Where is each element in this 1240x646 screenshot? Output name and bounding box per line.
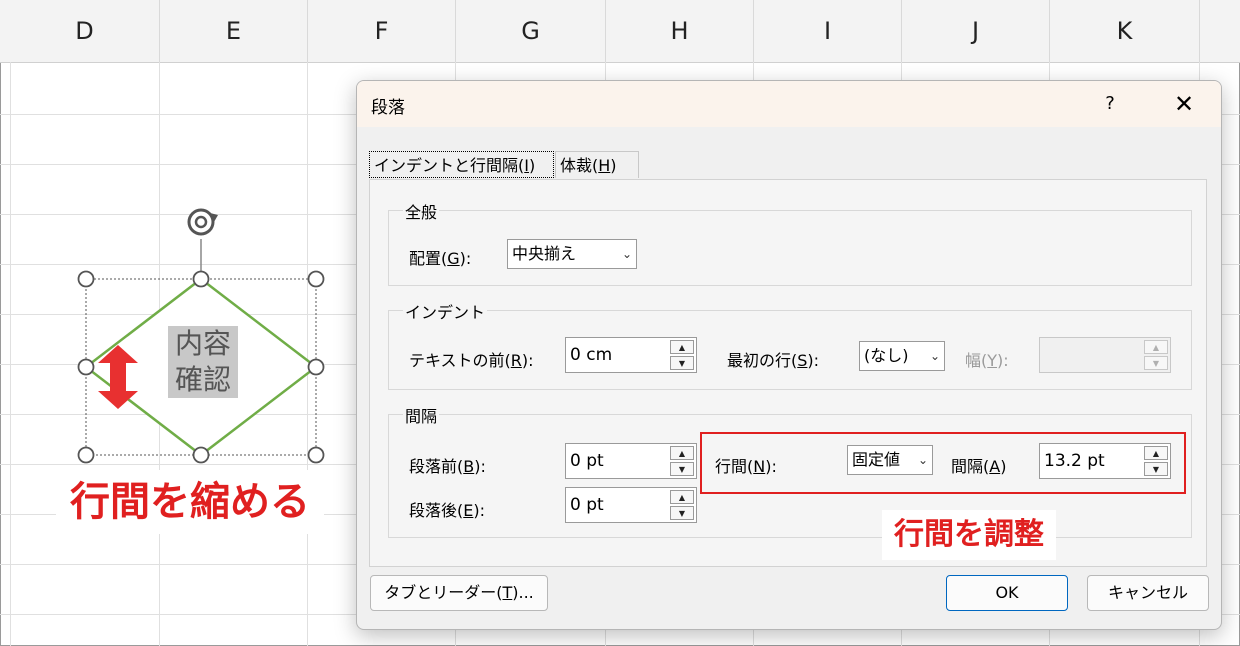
- spacing-before-label: 段落前(B):: [409, 457, 486, 476]
- spin-down-icon[interactable]: ▼: [670, 506, 694, 520]
- spacing-after-value: 0 pt: [570, 495, 604, 515]
- first-line-select[interactable]: (なし) ⌄: [859, 341, 945, 371]
- column-header-row: D E F G H I J K: [0, 0, 1240, 63]
- group-general-title: 全般: [403, 199, 440, 223]
- before-text-label: テキストの前(R):: [409, 351, 534, 370]
- column-header-j[interactable]: J: [902, 0, 1050, 62]
- alignment-select[interactable]: 中央揃え ⌄: [507, 239, 637, 269]
- group-indent-title: インデント: [403, 299, 488, 323]
- annotation-left-label: 行間を縮める: [56, 470, 324, 534]
- spacing-before-value: 0 pt: [570, 451, 604, 471]
- shape-text-line1: 内容: [174, 327, 231, 360]
- dialog-title: 段落: [371, 98, 405, 118]
- column-header-e[interactable]: E: [160, 0, 308, 62]
- spin-up-icon[interactable]: ▲: [670, 446, 694, 460]
- paragraph-dialog: 段落 ? ✕ インデントと行間隔(I) 体裁(H) 全般 配置(G): 中央揃え…: [356, 80, 1222, 630]
- width-label: 幅(Y):: [965, 351, 1009, 370]
- spin-down-icon[interactable]: ▼: [670, 462, 694, 476]
- rotate-icon[interactable]: [187, 208, 218, 236]
- shape-text-line2: 確認: [174, 363, 231, 396]
- tabs-leaders-button[interactable]: タブとリーダー(T)...: [370, 575, 548, 611]
- spin-up-icon: ▲: [1144, 340, 1168, 354]
- tab-label-suffix: ): [610, 156, 617, 175]
- column-header-d[interactable]: D: [10, 0, 160, 62]
- spin-up-icon[interactable]: ▲: [670, 340, 694, 354]
- tab-label-suffix: ): [528, 156, 536, 175]
- spin-down-icon: ▼: [1144, 356, 1168, 370]
- column-header-f[interactable]: F: [308, 0, 456, 62]
- spacing-before-spinner[interactable]: 0 pt ▲ ▼: [565, 443, 697, 479]
- tab-indent-spacing[interactable]: インデントと行間隔(I): [369, 151, 554, 178]
- column-header-g[interactable]: G: [456, 0, 606, 62]
- chevron-down-icon: ⌄: [621, 247, 632, 261]
- group-spacing-title: 間隔: [403, 403, 440, 427]
- tab-typography[interactable]: 体裁(H): [555, 151, 639, 178]
- shape-text[interactable]: 内容 確認: [168, 326, 238, 398]
- tab-panel: 全般 配置(G): 中央揃え ⌄ インデント テキストの前(R): 0 cm ▲ ▼…: [369, 179, 1207, 567]
- before-text-spinner[interactable]: 0 cm ▲ ▼: [565, 337, 697, 373]
- line-spacing-highlight: [700, 432, 1186, 494]
- before-text-value: 0 cm: [570, 345, 613, 365]
- tab-label-prefix: 体裁(: [560, 156, 599, 175]
- annotation-right-label: 行間を調整: [882, 510, 1056, 560]
- group-general: 全般 配置(G): 中央揃え ⌄: [388, 199, 1192, 286]
- column-header-h[interactable]: H: [606, 0, 754, 62]
- alignment-select-value: 中央揃え: [512, 244, 577, 263]
- chevron-down-icon: ⌄: [929, 349, 940, 363]
- spin-down-icon[interactable]: ▼: [670, 356, 694, 370]
- help-button[interactable]: ?: [1097, 91, 1123, 117]
- spacing-after-label: 段落後(E):: [409, 501, 485, 520]
- alignment-label: 配置(G):: [409, 249, 472, 268]
- cancel-button[interactable]: キャンセル: [1087, 575, 1209, 611]
- width-spinner: ▲ ▼: [1039, 337, 1171, 373]
- group-indent: インデント テキストの前(R): 0 cm ▲ ▼ 最初の行(S): (なし) ⌄ …: [388, 299, 1192, 390]
- ok-button[interactable]: OK: [946, 575, 1068, 611]
- spin-up-icon[interactable]: ▲: [670, 490, 694, 504]
- first-line-select-value: (なし): [864, 346, 909, 365]
- first-line-label: 最初の行(S):: [727, 351, 820, 370]
- spacing-after-spinner[interactable]: 0 pt ▲ ▼: [565, 487, 697, 523]
- column-header-i[interactable]: I: [754, 0, 902, 62]
- tab-label-key: H: [598, 156, 611, 175]
- tab-label-prefix: インデントと行間隔(: [374, 156, 525, 175]
- column-header-k[interactable]: K: [1050, 0, 1200, 62]
- close-button[interactable]: ✕: [1167, 89, 1201, 119]
- dialog-titlebar[interactable]: 段落 ? ✕: [357, 81, 1221, 127]
